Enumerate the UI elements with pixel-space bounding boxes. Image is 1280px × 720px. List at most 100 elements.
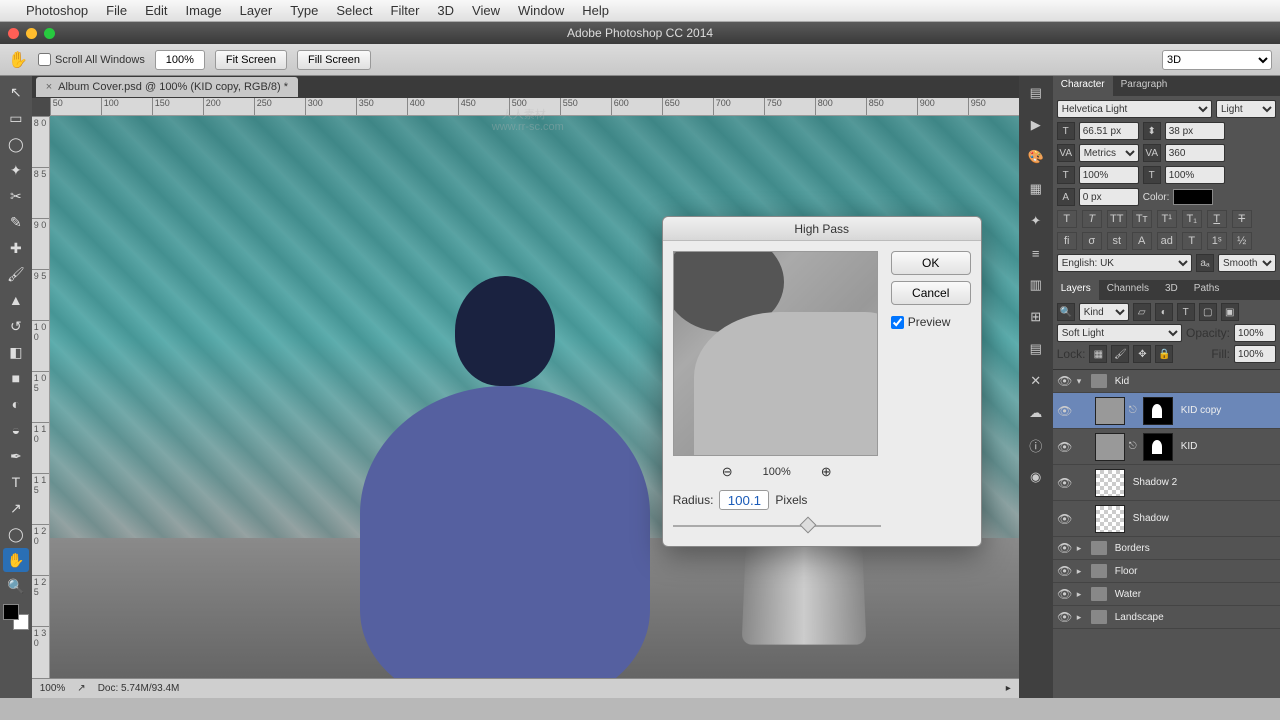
tracking-input[interactable] [1165, 144, 1225, 162]
font-family-select[interactable]: Helvetica Light [1057, 100, 1212, 118]
filter-shape-icon[interactable]: ▢ [1199, 303, 1217, 321]
fill-screen-button[interactable]: Fill Screen [297, 50, 371, 70]
tab-character[interactable]: Character [1053, 76, 1113, 96]
smallcaps-icon[interactable]: Tᴛ [1132, 210, 1152, 228]
ok-button[interactable]: OK [891, 251, 971, 275]
info-panel-icon[interactable]: ⓘ [1025, 434, 1047, 456]
language-select[interactable]: English: UK [1057, 254, 1192, 272]
menu-edit[interactable]: Edit [145, 3, 167, 18]
layer-kind-select[interactable]: Kind [1079, 303, 1129, 321]
filter-icon[interactable]: 🔍 [1057, 303, 1075, 321]
pen-tool-icon[interactable]: ✒ [3, 444, 29, 468]
super-icon[interactable]: T¹ [1157, 210, 1177, 228]
menu-type[interactable]: Type [290, 3, 318, 18]
cloud-panel-icon[interactable]: ☁ [1025, 402, 1047, 424]
visibility-icon[interactable]: 👁 [1057, 564, 1073, 578]
layer-row[interactable]: 👁 Shadow 2 [1053, 465, 1280, 501]
menu-image[interactable]: Image [186, 3, 222, 18]
menu-photoshop[interactable]: Photoshop [26, 3, 88, 18]
hscale-input[interactable] [1165, 166, 1225, 184]
dialog-preview[interactable] [673, 251, 878, 456]
layer-group-row[interactable]: 👁 ▸ Landscape [1053, 606, 1280, 629]
layer-group-row[interactable]: 👁▸Borders [1053, 537, 1280, 560]
visibility-icon[interactable]: 👁 [1057, 587, 1073, 601]
lock-pos-icon[interactable]: ✥ [1133, 345, 1151, 363]
fi-icon[interactable]: fi [1057, 232, 1077, 250]
disclosure-icon[interactable]: ▸ [1077, 612, 1087, 623]
wand-tool-icon[interactable]: ✦ [3, 158, 29, 182]
menu-layer[interactable]: Layer [240, 3, 273, 18]
baseline-input[interactable] [1079, 188, 1139, 206]
workspace-3d-select[interactable]: 3D [1162, 50, 1272, 70]
blend-mode-select[interactable]: Soft Light [1057, 324, 1182, 342]
gradient-tool-icon[interactable]: ■ [3, 366, 29, 390]
filter-smart-icon[interactable]: ▣ [1221, 303, 1239, 321]
link-icon[interactable]: ⎋ [1129, 405, 1139, 416]
swash-icon[interactable]: A [1132, 232, 1152, 250]
layer-group-row[interactable]: 👁▸Floor [1053, 560, 1280, 583]
fraction-icon[interactable]: ½ [1232, 232, 1252, 250]
strike-icon[interactable]: T [1232, 210, 1252, 228]
layer-name[interactable]: Borders [1115, 543, 1150, 554]
close-tab-icon[interactable]: × [46, 81, 52, 93]
layer-group-row[interactable]: 👁▸Water [1053, 583, 1280, 606]
underline-icon[interactable]: T [1207, 210, 1227, 228]
filter-type-icon[interactable]: T [1177, 303, 1195, 321]
layer-name[interactable]: Shadow 2 [1133, 477, 1177, 488]
antialias-select[interactable]: Smooth [1218, 254, 1276, 272]
layer-name[interactable]: Shadow [1133, 513, 1169, 524]
lock-paint-icon[interactable]: 🖌 [1111, 345, 1129, 363]
layer-group-row[interactable]: 👁 ▾ Kid [1053, 370, 1280, 393]
brush-tool-icon[interactable]: 🖌 [3, 262, 29, 286]
visibility-icon[interactable]: 👁 [1057, 404, 1073, 418]
visibility-icon[interactable]: 👁 [1057, 476, 1073, 490]
window-close-icon[interactable] [8, 28, 19, 39]
layer-thumbnail[interactable] [1095, 505, 1125, 533]
play-panel-icon[interactable]: ▶ [1025, 114, 1047, 136]
healing-tool-icon[interactable]: ✚ [3, 236, 29, 260]
layer-name[interactable]: Water [1115, 589, 1141, 600]
font-size-input[interactable] [1079, 122, 1139, 140]
text-color-swatch[interactable] [1173, 189, 1213, 205]
link-icon[interactable]: ⎋ [1129, 441, 1139, 452]
libraries-panel-icon[interactable]: ▥ [1025, 274, 1047, 296]
eraser-tool-icon[interactable]: ◧ [3, 340, 29, 364]
window-maximize-icon[interactable] [44, 28, 55, 39]
vscale-input[interactable] [1079, 166, 1139, 184]
move-tool-icon[interactable]: ↖ [3, 80, 29, 104]
leading-input[interactable] [1165, 122, 1225, 140]
tab-channels[interactable]: Channels [1099, 280, 1157, 300]
sigma-icon[interactable]: σ [1082, 232, 1102, 250]
preview-checkbox[interactable]: Preview [891, 315, 971, 329]
layer-name[interactable]: Floor [1115, 566, 1138, 577]
history-panel-icon[interactable]: ▤ [1025, 82, 1047, 104]
opacity-input[interactable] [1234, 324, 1276, 342]
layer-thumbnail[interactable] [1095, 433, 1125, 461]
adjustments-panel-icon[interactable]: ✦ [1025, 210, 1047, 232]
radius-input[interactable] [719, 490, 769, 510]
bold-icon[interactable]: T [1057, 210, 1077, 228]
visibility-icon[interactable]: 👁 [1057, 374, 1073, 388]
tab-layers[interactable]: Layers [1053, 280, 1099, 300]
status-export-icon[interactable]: ↗ [77, 683, 85, 694]
sub-icon[interactable]: T₁ [1182, 210, 1202, 228]
tab-3d[interactable]: 3D [1157, 280, 1186, 300]
disclosure-icon[interactable]: ▾ [1077, 376, 1087, 387]
disclosure-icon[interactable]: ▸ [1077, 543, 1087, 554]
blur-tool-icon[interactable]: ◐ [3, 392, 29, 416]
mask-thumbnail[interactable] [1143, 397, 1173, 425]
visibility-icon[interactable]: 👁 [1057, 610, 1073, 624]
layer-name[interactable]: Landscape [1115, 612, 1164, 623]
dodge-tool-icon[interactable]: ◒ [3, 418, 29, 442]
caps-icon[interactable]: TT [1107, 210, 1127, 228]
fit-screen-button[interactable]: Fit Screen [215, 50, 287, 70]
marquee-tool-icon[interactable]: ▭ [3, 106, 29, 130]
filter-img-icon[interactable]: ▱ [1133, 303, 1151, 321]
zoom-in-icon[interactable]: ⊕ [821, 464, 832, 480]
layer-name[interactable]: KID copy [1181, 405, 1222, 416]
tools-panel-icon[interactable]: ✕ [1025, 370, 1047, 392]
type-tool-icon[interactable]: T [3, 470, 29, 494]
layer-thumbnail[interactable] [1095, 397, 1125, 425]
layer-name[interactable]: Kid [1115, 376, 1129, 387]
visibility-icon[interactable]: 👁 [1057, 440, 1073, 454]
